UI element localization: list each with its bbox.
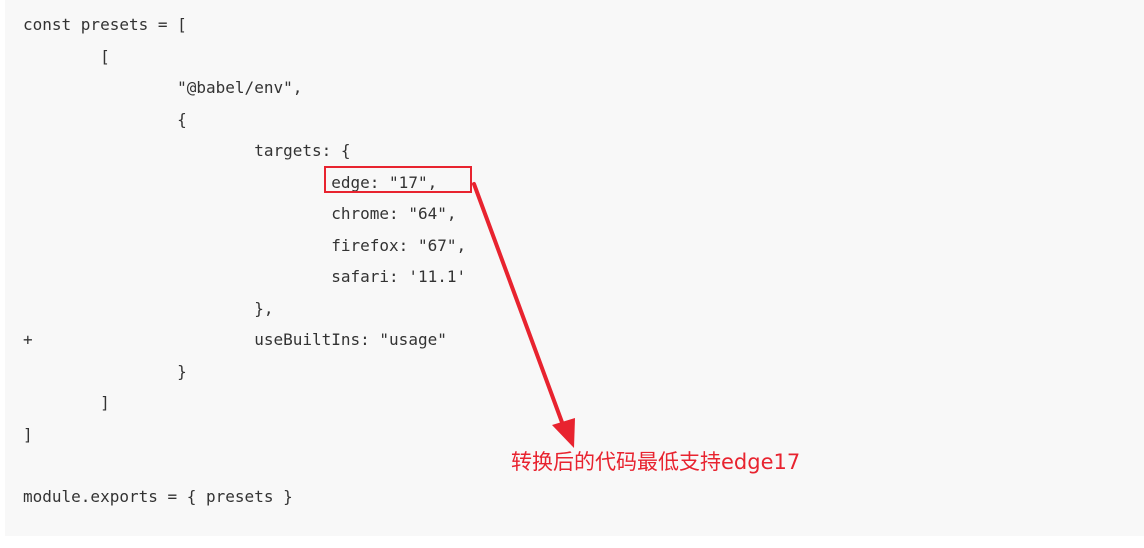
annotation-label: 转换后的代码最低支持edge17 [511,450,801,474]
arrow-shaft [472,182,565,427]
arrow-head-icon [552,418,575,448]
